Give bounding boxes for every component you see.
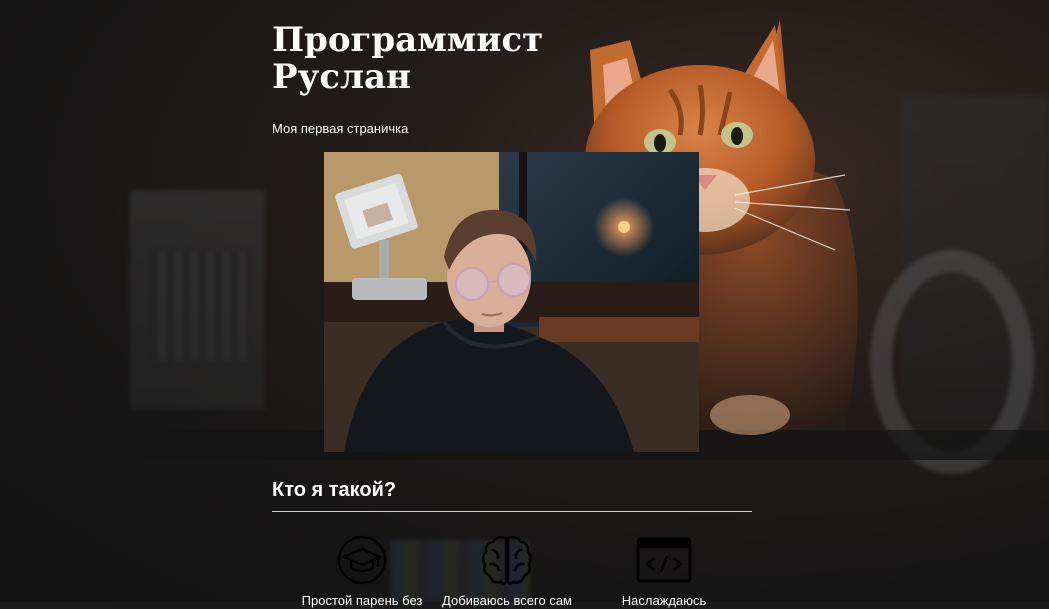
feature-caption: Добиваюсь всего сам — [442, 593, 572, 608]
section-divider — [272, 511, 752, 512]
code-window-icon — [636, 537, 692, 583]
feature-caption: Простой парень без — [301, 593, 423, 608]
graduation-cap-icon — [337, 535, 387, 585]
page-title: Программист Руслан — [272, 20, 544, 97]
brain-icon — [481, 535, 533, 585]
feature-item: Простой парень без — [282, 530, 442, 609]
feature-caption: Наслаждаюсь — [621, 593, 707, 608]
page-subtitle: Моя первая страничка — [272, 121, 409, 136]
feature-item: Добиваюсь всего сам — [427, 530, 587, 609]
profile-photo — [324, 152, 699, 452]
feature-item: Наслаждаюсь — [584, 530, 744, 609]
section-title: Кто я такой? — [272, 479, 397, 501]
